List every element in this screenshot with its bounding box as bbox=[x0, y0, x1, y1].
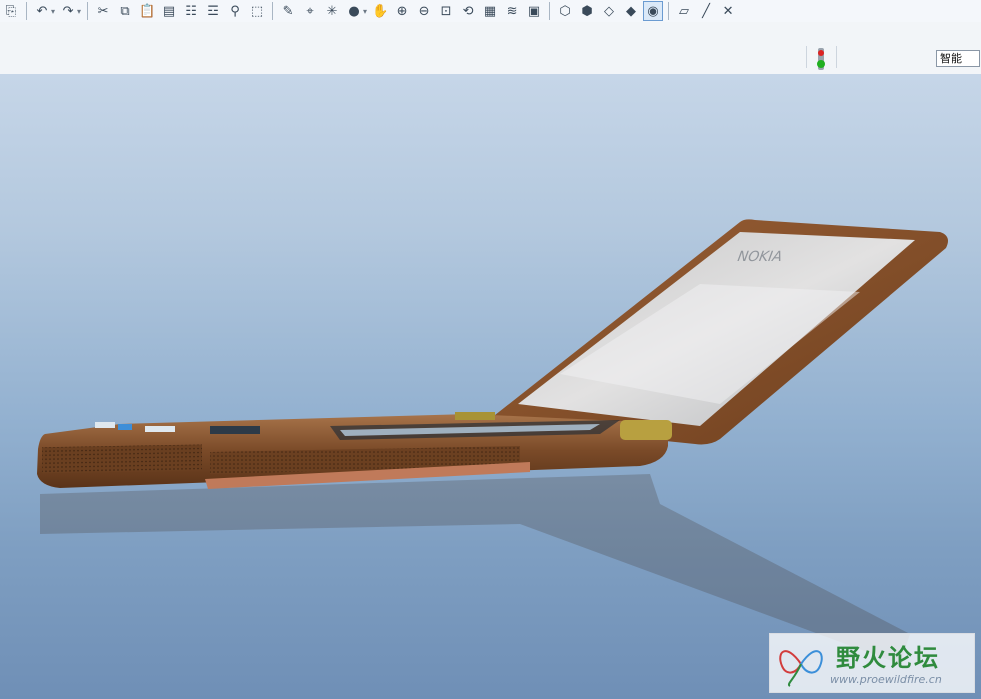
speaker-grille bbox=[42, 444, 202, 474]
graphics-window[interactable]: NOKIA bbox=[0, 74, 981, 699]
paste-special-icon[interactable]: ▤ bbox=[159, 1, 179, 21]
view-manager-icon[interactable]: ▣ bbox=[524, 1, 544, 21]
regenerate-icon[interactable]: ⎘ bbox=[1, 1, 21, 21]
undo-icon[interactable]: ↶ bbox=[32, 1, 52, 21]
status-bar bbox=[0, 22, 981, 75]
toolbar-group: ↶ ▾ ↷ ▾ bbox=[31, 0, 83, 22]
copy-icon[interactable]: ⧉ bbox=[115, 1, 135, 21]
layers-icon[interactable]: ≋ bbox=[502, 1, 522, 21]
toolbar-group: ⬡ ⬢ ◇ ◆ ◉ bbox=[554, 0, 664, 22]
datum-axes-icon[interactable]: ╱ bbox=[696, 1, 716, 21]
zoom-out-icon[interactable]: ⊖ bbox=[414, 1, 434, 21]
main-toolbar: ⎘ ↶ ▾ ↷ ▾ ✂ ⧉ 📋 ▤ ☷ ☲ ⚲ ⬚ ✎ ⌖ ✳ ● ▾ ✋ ⊕ ⊖ ⊡ ⟲ ▦ ≋ ▣ ⬡ ⬢ ◇ ◆ ◉ ▱ ╱ ✕ bbox=[0, 0, 981, 23]
select-box-icon[interactable]: ⬚ bbox=[247, 1, 267, 21]
dropdown-arrow-icon[interactable]: ▾ bbox=[363, 7, 367, 16]
redo-icon[interactable]: ↷ bbox=[58, 1, 78, 21]
regen-list-icon[interactable]: ☷ bbox=[181, 1, 201, 21]
cut-icon[interactable]: ✂ bbox=[93, 1, 113, 21]
toolbar-separator bbox=[272, 2, 274, 20]
selection-filter-select[interactable]: 智能 bbox=[936, 50, 980, 67]
status-divider bbox=[806, 46, 807, 68]
toolbar-separator bbox=[668, 2, 670, 20]
butterfly-logo-icon bbox=[779, 650, 823, 687]
toolbar-separator bbox=[26, 2, 27, 20]
wireframe-icon[interactable]: ⬡ bbox=[555, 1, 575, 21]
zoom-in-icon[interactable]: ⊕ bbox=[392, 1, 412, 21]
no-hidden-icon[interactable]: ◇ bbox=[599, 1, 619, 21]
watermark-title: 野火论坛 bbox=[836, 644, 940, 672]
hidden-line-icon[interactable]: ⬢ bbox=[577, 1, 597, 21]
spin-center-icon[interactable]: ✳ bbox=[322, 1, 342, 21]
phone-model: NOKIA bbox=[37, 219, 948, 664]
refit-icon[interactable]: ⊡ bbox=[436, 1, 456, 21]
datum-icon[interactable]: ⌖ bbox=[300, 1, 320, 21]
dropdown-arrow-icon[interactable]: ▾ bbox=[51, 7, 55, 16]
toolbar-group: ▱ ╱ ✕ bbox=[673, 0, 739, 22]
datum-points-icon[interactable]: ✕ bbox=[718, 1, 738, 21]
nokia-logo: NOKIA bbox=[736, 249, 783, 265]
status-divider bbox=[836, 46, 837, 68]
traffic-light-icon[interactable] bbox=[815, 48, 827, 70]
toolbar-group: ✂ ⧉ 📋 ▤ ☷ ☲ ⚲ ⬚ bbox=[92, 0, 268, 22]
datum-planes-icon[interactable]: ▱ bbox=[674, 1, 694, 21]
saved-views-icon[interactable]: ▦ bbox=[480, 1, 500, 21]
toolbar-group: ✎ ⌖ ✳ ● ▾ ✋ ⊕ ⊖ ⊡ ⟲ ▦ ≋ ▣ bbox=[277, 0, 545, 22]
hinge bbox=[620, 420, 672, 440]
shading-ball-icon[interactable]: ● bbox=[344, 1, 364, 21]
find-icon[interactable]: ⚲ bbox=[225, 1, 245, 21]
watermark-url: www.proewildfire.cn bbox=[830, 673, 942, 686]
enhanced-realism-icon[interactable]: ◉ bbox=[643, 1, 664, 21]
toolbar-group: ⎘ bbox=[0, 0, 22, 22]
toolbar-separator bbox=[549, 2, 551, 20]
reorient-icon[interactable]: ⟲ bbox=[458, 1, 478, 21]
watermark-logo: 野火论坛 www.proewildfire.cn bbox=[769, 633, 975, 693]
model-tree-icon[interactable]: ☲ bbox=[203, 1, 223, 21]
pan-icon[interactable]: ✋ bbox=[370, 1, 390, 21]
dropdown-arrow-icon[interactable]: ▾ bbox=[77, 7, 81, 16]
toolbar-separator bbox=[87, 2, 89, 20]
sketch-icon[interactable]: ✎ bbox=[278, 1, 298, 21]
shading-icon[interactable]: ◆ bbox=[621, 1, 641, 21]
paste-icon[interactable]: 📋 bbox=[137, 1, 157, 21]
